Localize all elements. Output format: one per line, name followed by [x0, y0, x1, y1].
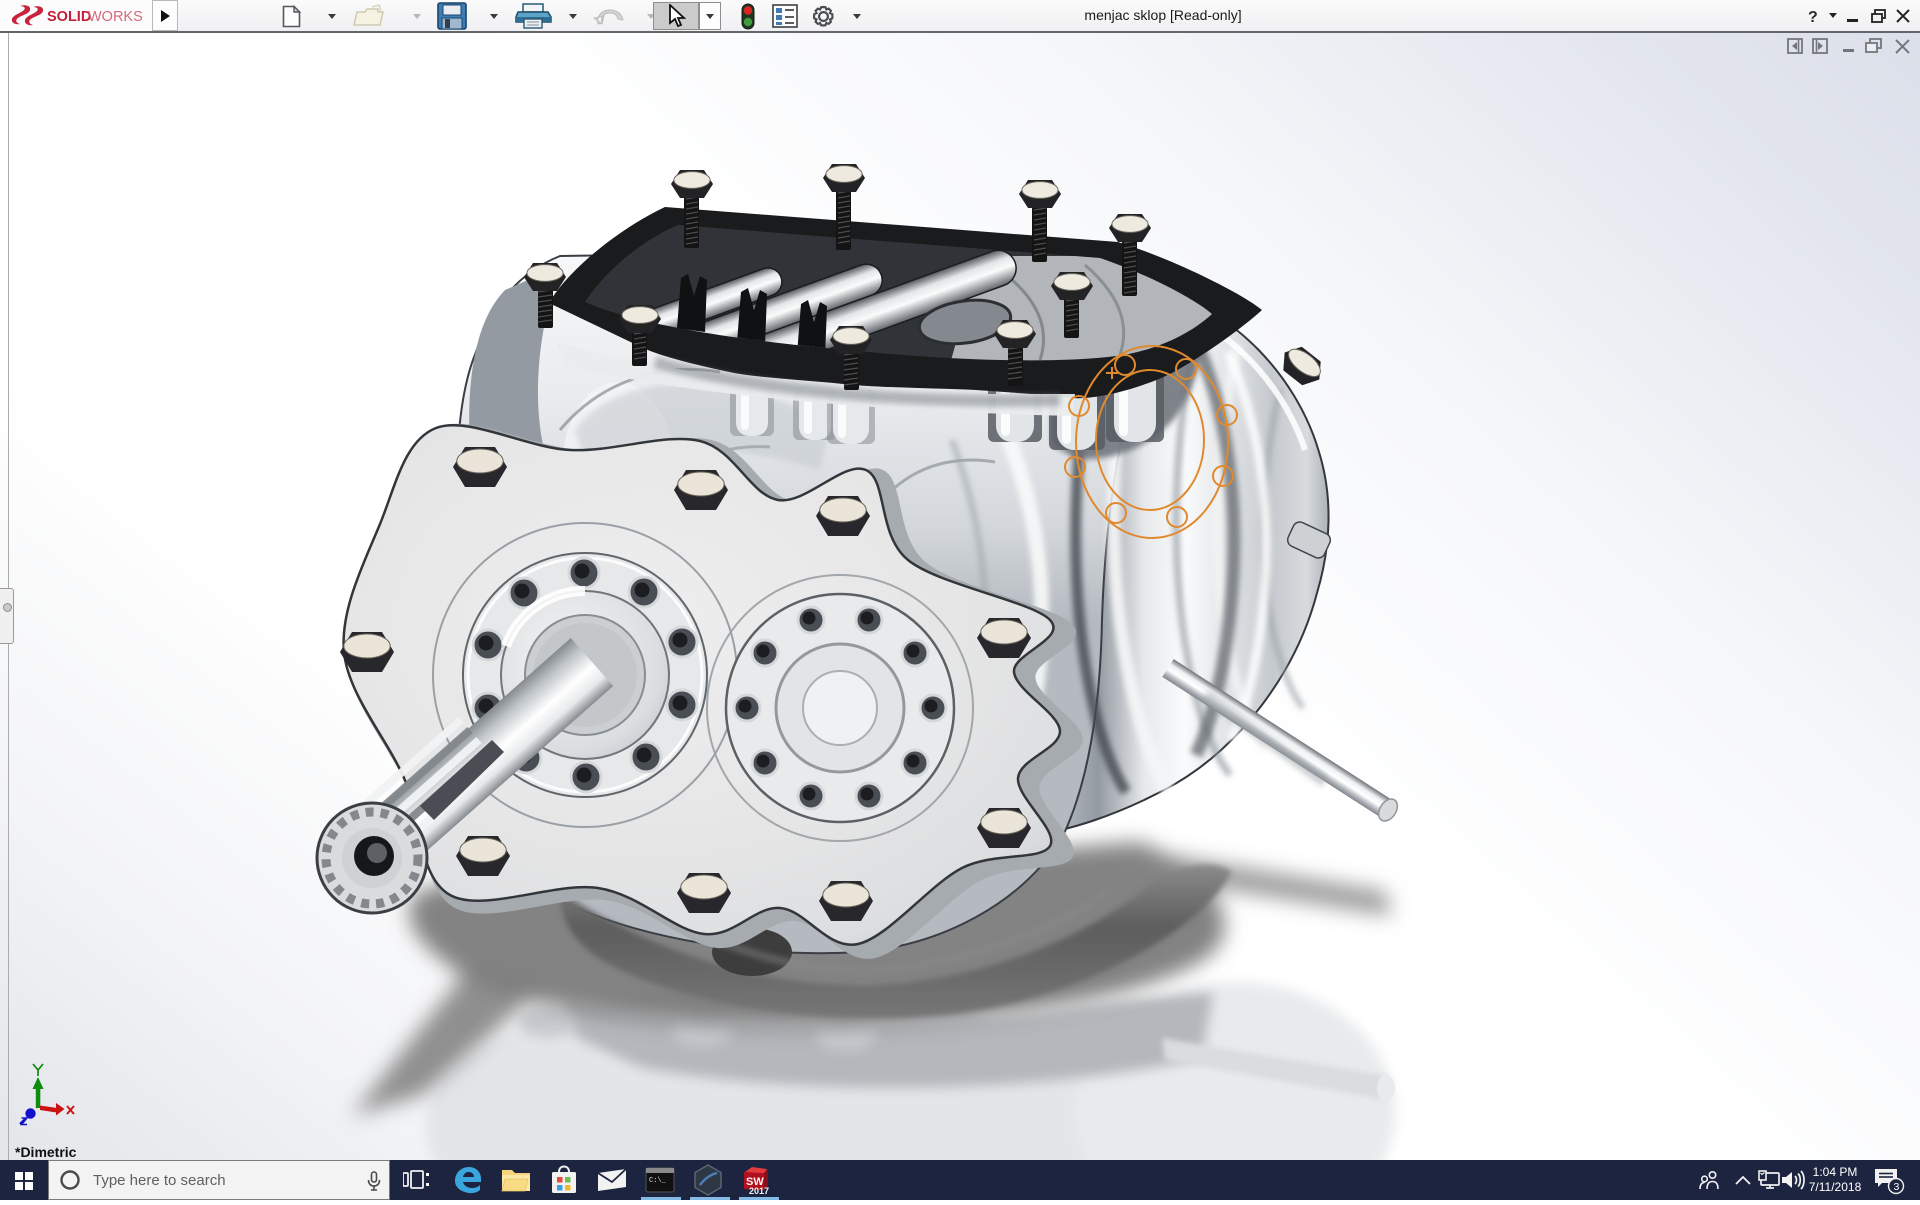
svg-text:?: ?: [1808, 9, 1818, 26]
svg-text:WORKS: WORKS: [88, 9, 143, 25]
svg-text:2017: 2017: [749, 1186, 769, 1196]
svg-text:C:\_: C:\_: [649, 1177, 667, 1185]
svg-text:3: 3: [1894, 1181, 1900, 1193]
svg-text:SOLID: SOLID: [47, 9, 91, 25]
